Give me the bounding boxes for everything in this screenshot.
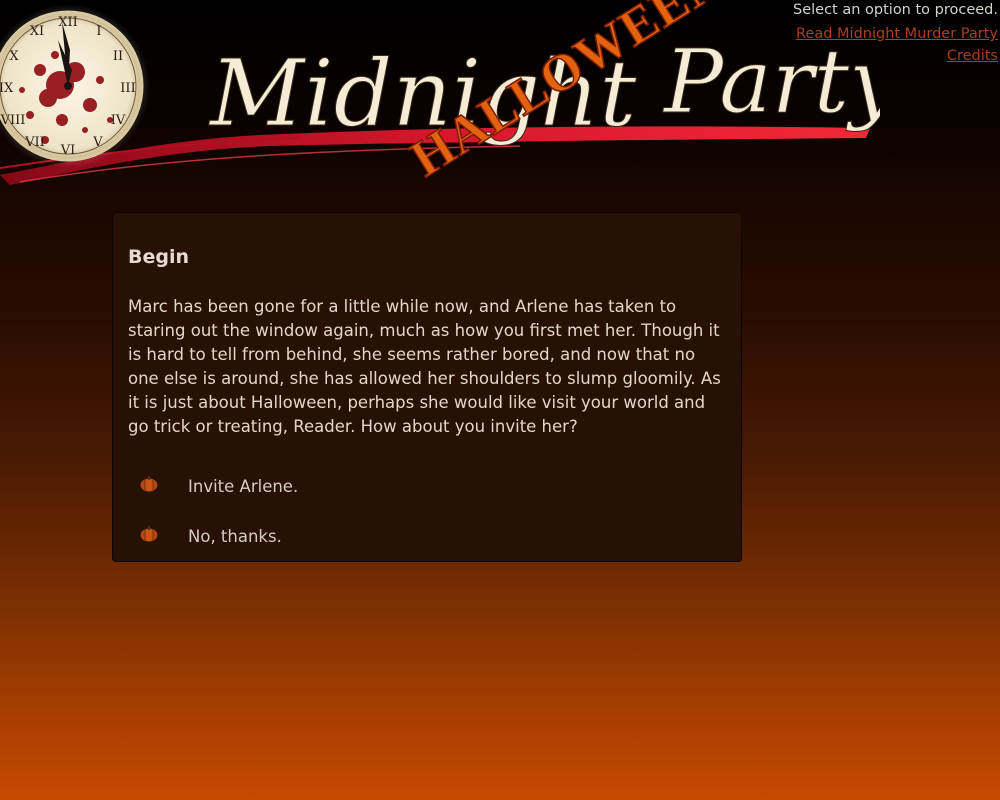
passage-title: Begin — [128, 246, 190, 268]
clock-icon: XII I II III IV V VI VII VIII IX X XI — [0, 4, 150, 168]
clock-numeral: I — [96, 24, 101, 39]
passage-panel: Begin Marc has been gone for a little wh… — [112, 212, 742, 562]
read-midnight-murder-party-link[interactable]: Read Midnight Murder Party — [793, 23, 998, 45]
clock-numeral: XI — [30, 24, 44, 39]
clock-numeral: VI — [60, 143, 76, 158]
status-panel: Select an option to proceed. Read Midnig… — [793, 1, 998, 67]
credits-link[interactable]: Credits — [793, 45, 998, 67]
choice-label: No, thanks. — [188, 526, 282, 546]
passage-body: Marc has been gone for a little while no… — [128, 297, 721, 436]
pumpkin-icon — [140, 476, 158, 492]
choice-invite-arlene[interactable]: Invite Arlene. — [128, 461, 727, 511]
header-banner: XII I II III IV V VI VII VIII IX X XI Mi… — [0, 0, 880, 200]
clock-numeral: V — [92, 135, 103, 150]
clock-numeral: IV — [111, 113, 126, 128]
choice-list: Invite Arlene. No, thanks. — [128, 461, 727, 561]
choice-label: Invite Arlene. — [188, 476, 299, 496]
clock-numeral: VII — [24, 135, 45, 150]
clock-numeral: IX — [0, 81, 14, 96]
clock-numeral: X — [9, 49, 19, 64]
clock-numeral: VIII — [0, 113, 25, 128]
clock-numeral: III — [120, 81, 135, 96]
clock-numeral: II — [113, 49, 123, 64]
pumpkin-icon — [140, 526, 158, 542]
clock-numeral: XII — [58, 15, 78, 30]
instruction-text: Select an option to proceed. — [793, 2, 998, 18]
choice-no-thanks[interactable]: No, thanks. — [128, 511, 727, 561]
